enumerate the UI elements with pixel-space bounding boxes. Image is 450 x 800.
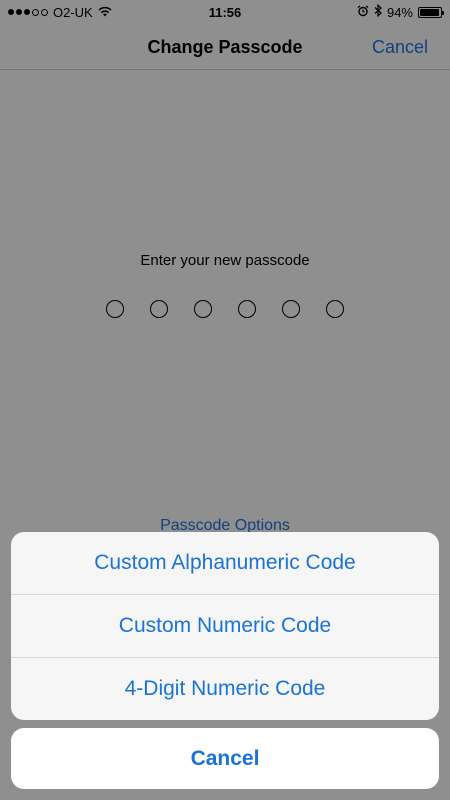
- action-sheet: Custom Alphanumeric Code Custom Numeric …: [11, 532, 439, 720]
- option-custom-numeric-code[interactable]: Custom Numeric Code: [11, 595, 439, 658]
- action-sheet-cancel-button[interactable]: Cancel: [11, 728, 439, 789]
- screen: O2-UK 11:56 94% Change Passcode Cancel E…: [0, 0, 450, 800]
- option-4-digit-numeric-code[interactable]: 4-Digit Numeric Code: [11, 658, 439, 720]
- option-custom-alphanumeric-code[interactable]: Custom Alphanumeric Code: [11, 532, 439, 595]
